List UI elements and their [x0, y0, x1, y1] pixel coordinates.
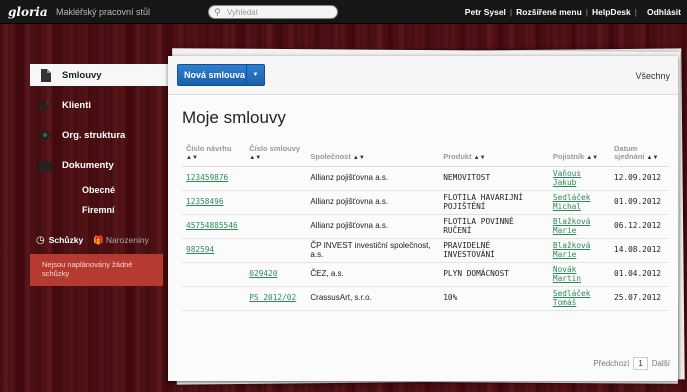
proposal-link[interactable]: 982594 [186, 245, 214, 254]
sidebar: Smlouvy Klienti Org. struktura Dokumenty… [30, 64, 168, 286]
separator: | [509, 7, 513, 17]
col-proposal[interactable]: Číslo návrhu ▲▼ [182, 144, 246, 167]
pagination: Předchozí 1 Další [593, 357, 670, 370]
page-title: Moje smlouvy [182, 108, 286, 127]
proposal-link[interactable]: 123459876 [186, 173, 228, 182]
pager-page-number[interactable]: 1 [633, 357, 648, 370]
company-cell: Allianz pojišťovna a.s. [306, 190, 440, 215]
contract-link[interactable]: 029420 [249, 269, 277, 278]
sidebar-item-label: Org. struktura [62, 129, 126, 141]
company-cell: CrassusArt, s.r.o. [306, 286, 440, 311]
company-cell: Allianz pojišťovna a.s. [306, 214, 440, 239]
sidebar-item-org-structure[interactable]: Org. struktura [30, 124, 168, 146]
panel-toolbar: Nová smlouva ▼ Všechny [168, 56, 678, 95]
chevron-down-icon[interactable]: ▼ [246, 65, 264, 85]
col-product[interactable]: Produkt ▲▼ [439, 144, 549, 167]
meetings-header: ◷ Schůzky 🎁 Narozeniny [30, 232, 168, 248]
holder-link[interactable]: Blažková Marie [553, 217, 591, 236]
gift-icon: 🎁 [93, 234, 104, 245]
contracts-table: Číslo návrhu ▲▼ Číslo smlouvy ▲▼ Společno… [182, 144, 668, 311]
holder-link[interactable]: Sedláček Michal [553, 193, 591, 212]
no-meetings-notice: Nejsou naplánovány žádné schůzky [30, 254, 163, 286]
app-title: Makléřský pracovní stůl [56, 7, 151, 17]
helpdesk-link[interactable]: HelpDesk [592, 7, 631, 17]
documents-icon [38, 158, 52, 172]
holder-link[interactable]: Vaňous Jakub [553, 169, 581, 188]
top-nav: Petr Sysel | Rozšířené menu | HelpDesk |… [465, 7, 681, 17]
table-row[interactable]: PS 2012/02 CrassusArt, s.r.o. 10% Sedláč… [182, 286, 668, 311]
col-date[interactable]: Datum sjednání ▲▼ [610, 144, 668, 167]
col-company[interactable]: Společnost ▲▼ [306, 144, 440, 167]
search-input[interactable] [227, 7, 337, 17]
sidebar-item-contracts[interactable]: Smlouvy [30, 64, 168, 86]
pager-prev[interactable]: Předchozí [593, 359, 629, 368]
product-cell: FLOTILA HAVARIJNÍ POJIŠTĚNÍ [439, 190, 549, 215]
date-cell: 25.07.2012 [610, 286, 668, 311]
separator: | [585, 7, 589, 17]
holder-link[interactable]: Sedláček Tomáš [553, 289, 591, 308]
sort-icon: ▲▼ [186, 154, 198, 161]
users-icon [38, 98, 52, 112]
sort-icon: ▲▼ [473, 154, 486, 161]
sidebar-subitem-company[interactable]: Firemní [30, 200, 168, 220]
new-contract-label: Nová smlouva [184, 70, 246, 80]
sidebar-subitem-general[interactable]: Obecné [30, 180, 168, 200]
date-cell: 01.04.2012 [610, 262, 668, 287]
org-structure-icon [38, 128, 52, 142]
meetings-tab[interactable]: Schůzky [49, 235, 84, 245]
table-body: 123459876 Allianz pojišťovna a.s. NEMOVI… [182, 166, 668, 311]
pager-next[interactable]: Další [652, 359, 670, 368]
proposal-link[interactable]: 12358496 [186, 197, 224, 206]
company-cell: ČP INVEST investiční společnost, a.s. [306, 238, 440, 263]
date-cell: 06.12.2012 [610, 214, 668, 239]
table-header-row: Číslo návrhu ▲▼ Číslo smlouvy ▲▼ Společno… [182, 144, 668, 167]
sort-icon: ▲▼ [646, 154, 659, 161]
search-box[interactable]: ⚲ [208, 5, 338, 19]
table-row[interactable]: 45754885546 Allianz pojišťovna a.s. FLOT… [182, 214, 668, 239]
company-cell: Allianz pojišťovna a.s. [306, 166, 440, 191]
search-icon: ⚲ [214, 7, 221, 17]
product-cell: PRAVIDELNÉ INVESTOVÁNÍ [439, 238, 549, 263]
table-row[interactable]: 029420 ČEZ, a.s. PLYN DOMÁCNOST Novák Ma… [182, 262, 668, 287]
product-cell: 10% [439, 286, 549, 311]
birthdays-tab[interactable]: Narozeniny [106, 235, 149, 245]
sidebar-item-label: Smlouvy [62, 69, 102, 81]
product-cell: PLYN DOMÁCNOST [439, 262, 549, 287]
table-row[interactable]: 982594 ČP INVEST investiční společnost, … [182, 238, 668, 263]
new-contract-button[interactable]: Nová smlouva ▼ [177, 64, 265, 86]
sidebar-item-clients[interactable]: Klienti [30, 94, 168, 116]
clock-icon: ◷ [36, 234, 45, 246]
contract-link[interactable]: PS 2012/02 [249, 293, 296, 302]
product-cell: NEMOVITOST [439, 166, 549, 191]
holder-link[interactable]: Novák Martin [553, 265, 581, 284]
date-cell: 01.09.2012 [610, 190, 668, 215]
table-row[interactable]: 12358496 Allianz pojišťovna a.s. FLOTILA… [182, 190, 668, 215]
date-cell: 12.09.2012 [610, 166, 668, 191]
sidebar-item-label: Dokumenty [62, 159, 114, 171]
sort-icon: ▲▼ [249, 154, 262, 161]
sort-icon: ▲▼ [586, 154, 599, 161]
sidebar-item-label: Klienti [62, 99, 92, 111]
filter-all-link[interactable]: Všechny [635, 71, 670, 81]
holder-link[interactable]: Blažková Marie [553, 241, 591, 260]
separator: | [634, 7, 637, 17]
sort-icon: ▲▼ [352, 154, 365, 161]
table-row[interactable]: 123459876 Allianz pojišťovna a.s. NEMOVI… [182, 166, 668, 191]
date-cell: 14.08.2012 [610, 238, 668, 263]
sidebar-item-documents[interactable]: Dokumenty [30, 154, 168, 176]
product-cell: FLOTILA POVINNÉ RUČENÍ [439, 214, 549, 239]
logout-link[interactable]: Odhlásit [647, 7, 681, 17]
document-icon [38, 68, 52, 82]
top-bar: gloria Makléřský pracovní stůl ⚲ Petr Sy… [0, 0, 687, 24]
user-name-link[interactable]: Petr Sysel [465, 7, 506, 17]
contracts-panel: Nová smlouva ▼ Všechny Moje smlouvy Čísl… [168, 56, 678, 381]
logo[interactable]: gloria [8, 5, 48, 19]
extended-menu-link[interactable]: Rozšířené menu [516, 7, 582, 17]
col-contract[interactable]: Číslo smlouvy ▲▼ [245, 144, 307, 167]
company-cell: ČEZ, a.s. [306, 262, 440, 287]
col-holder[interactable]: Pojistník ▲▼ [548, 144, 611, 167]
proposal-link[interactable]: 45754885546 [186, 221, 238, 230]
